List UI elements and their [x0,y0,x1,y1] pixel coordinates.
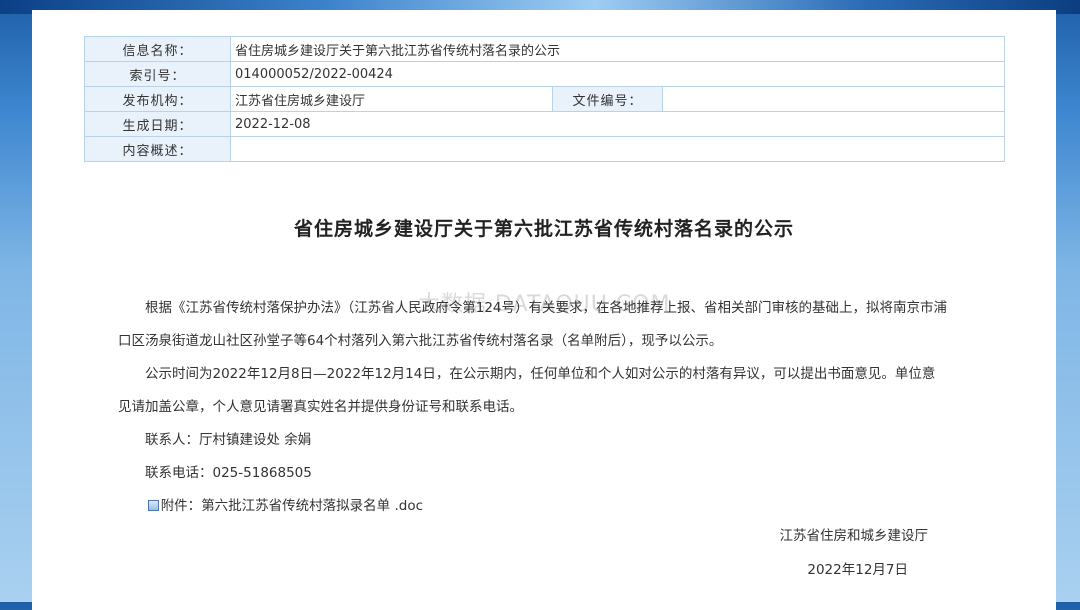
date-value: 2022-12-08 [229,111,1006,137]
meta-row-info-name: 信息名称： 省住房城乡建设厅关于第六批江苏省传统村落名录的公示 [84,36,1006,62]
doc-no-value [661,86,1006,112]
info-name-value: 省住房城乡建设厅关于第六批江苏省传统村落名录的公示 [229,36,1006,62]
signature-org: 江苏省住房和城乡建设厅 [779,528,929,544]
doc-file-icon [147,499,159,511]
info-name-label: 信息名称： [84,36,231,62]
summary-label: 内容概述： [84,136,231,162]
attachment-prefix: 附件： [160,498,202,514]
publisher-label: 发布机构： [84,86,231,112]
date-label: 生成日期： [84,111,231,137]
document-title: 省住房城乡建设厅关于第六批江苏省传统村落名录的公示 [293,218,794,240]
signature-date: 2022年12月7日 [807,562,908,578]
doc-no-label: 文件编号： [552,86,663,112]
meta-row-publisher: 发布机构： 江苏省住房城乡建设厅 文件编号： [84,86,1006,112]
paragraph-notice: 根据《江苏省传统村落保护办法》（江苏省人民政府令第124号）有关要求，在各地推荐… [118,300,948,349]
meta-row-date: 生成日期： 2022-12-08 [84,111,1006,137]
attachment-line: 附件：第六批江苏省传统村落拟录名单 .doc [118,490,948,523]
paragraph-period: 公示时间为2022年12月8日—2022年12月14日，在公示期内，任何单位和个… [118,366,936,415]
contact-phone: 联系电话：025-51868505 [145,465,312,481]
index-value: 014000052/2022-00424 [229,61,1006,87]
metadata-table: 信息名称： 省住房城乡建设厅关于第六批江苏省传统村落名录的公示 索引号： 014… [84,36,1006,162]
document-body: 根据《江苏省传统村落保护办法》（江苏省人民政府令第124号）有关要求，在各地推荐… [118,292,948,523]
meta-row-index: 索引号： 014000052/2022-00424 [84,61,1006,87]
meta-row-summary: 内容概述： [84,136,1006,162]
attachment-link[interactable]: 第六批江苏省传统村落拟录名单 .doc [201,498,423,514]
content-page: 信息名称： 省住房城乡建设厅关于第六批江苏省传统村落名录的公示 索引号： 014… [32,10,1056,610]
contact-person: 联系人：厅村镇建设处 余娟 [145,432,312,448]
publisher-value: 江苏省住房城乡建设厅 [230,86,553,112]
summary-value [229,136,1006,162]
index-label: 索引号： [84,61,231,87]
